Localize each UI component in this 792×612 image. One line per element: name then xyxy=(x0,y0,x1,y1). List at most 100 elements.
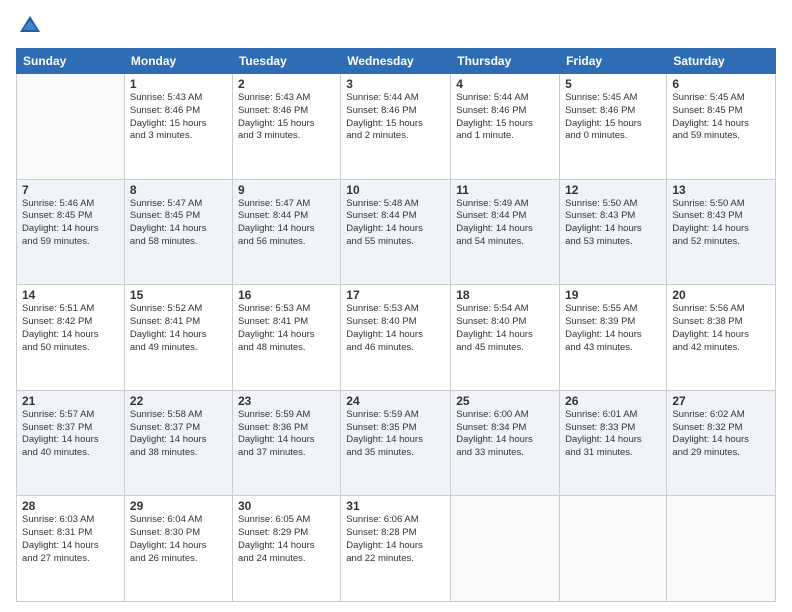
day-info: Sunrise: 5:50 AM Sunset: 8:43 PM Dayligh… xyxy=(565,198,661,249)
calendar-cell: 7Sunrise: 5:46 AM Sunset: 8:45 PM Daylig… xyxy=(17,179,125,285)
day-number: 11 xyxy=(456,183,554,197)
day-number: 9 xyxy=(238,183,335,197)
calendar-cell: 4Sunrise: 5:44 AM Sunset: 8:46 PM Daylig… xyxy=(451,74,560,180)
day-number: 20 xyxy=(672,288,770,302)
day-number: 5 xyxy=(565,77,661,91)
header-friday: Friday xyxy=(560,49,667,74)
day-info: Sunrise: 6:00 AM Sunset: 8:34 PM Dayligh… xyxy=(456,409,554,460)
calendar-cell: 22Sunrise: 5:58 AM Sunset: 8:37 PM Dayli… xyxy=(124,390,232,496)
calendar-cell: 21Sunrise: 5:57 AM Sunset: 8:37 PM Dayli… xyxy=(17,390,125,496)
calendar-cell: 3Sunrise: 5:44 AM Sunset: 8:46 PM Daylig… xyxy=(341,74,451,180)
day-info: Sunrise: 5:52 AM Sunset: 8:41 PM Dayligh… xyxy=(130,303,227,354)
header-tuesday: Tuesday xyxy=(232,49,340,74)
day-info: Sunrise: 5:44 AM Sunset: 8:46 PM Dayligh… xyxy=(456,92,554,143)
day-number: 12 xyxy=(565,183,661,197)
calendar-cell: 16Sunrise: 5:53 AM Sunset: 8:41 PM Dayli… xyxy=(232,285,340,391)
week-row-4: 21Sunrise: 5:57 AM Sunset: 8:37 PM Dayli… xyxy=(17,390,776,496)
day-info: Sunrise: 5:58 AM Sunset: 8:37 PM Dayligh… xyxy=(130,409,227,460)
day-number: 6 xyxy=(672,77,770,91)
header-saturday: Saturday xyxy=(667,49,776,74)
day-number: 7 xyxy=(22,183,119,197)
calendar-cell: 19Sunrise: 5:55 AM Sunset: 8:39 PM Dayli… xyxy=(560,285,667,391)
day-number: 27 xyxy=(672,394,770,408)
weekday-header-row: Sunday Monday Tuesday Wednesday Thursday… xyxy=(17,49,776,74)
calendar-cell: 25Sunrise: 6:00 AM Sunset: 8:34 PM Dayli… xyxy=(451,390,560,496)
day-number: 14 xyxy=(22,288,119,302)
calendar-cell: 18Sunrise: 5:54 AM Sunset: 8:40 PM Dayli… xyxy=(451,285,560,391)
week-row-1: 1Sunrise: 5:43 AM Sunset: 8:46 PM Daylig… xyxy=(17,74,776,180)
day-number: 21 xyxy=(22,394,119,408)
calendar-cell xyxy=(560,496,667,602)
day-number: 22 xyxy=(130,394,227,408)
logo-icon xyxy=(16,12,44,40)
calendar-cell: 29Sunrise: 6:04 AM Sunset: 8:30 PM Dayli… xyxy=(124,496,232,602)
header xyxy=(16,12,776,40)
day-number: 8 xyxy=(130,183,227,197)
day-info: Sunrise: 5:47 AM Sunset: 8:44 PM Dayligh… xyxy=(238,198,335,249)
calendar-cell: 23Sunrise: 5:59 AM Sunset: 8:36 PM Dayli… xyxy=(232,390,340,496)
day-info: Sunrise: 5:50 AM Sunset: 8:43 PM Dayligh… xyxy=(672,198,770,249)
day-info: Sunrise: 5:46 AM Sunset: 8:45 PM Dayligh… xyxy=(22,198,119,249)
day-number: 4 xyxy=(456,77,554,91)
header-monday: Monday xyxy=(124,49,232,74)
day-info: Sunrise: 5:59 AM Sunset: 8:35 PM Dayligh… xyxy=(346,409,445,460)
header-thursday: Thursday xyxy=(451,49,560,74)
day-info: Sunrise: 6:05 AM Sunset: 8:29 PM Dayligh… xyxy=(238,514,335,565)
day-number: 25 xyxy=(456,394,554,408)
calendar-cell: 11Sunrise: 5:49 AM Sunset: 8:44 PM Dayli… xyxy=(451,179,560,285)
day-info: Sunrise: 5:56 AM Sunset: 8:38 PM Dayligh… xyxy=(672,303,770,354)
logo xyxy=(16,12,48,40)
day-info: Sunrise: 5:45 AM Sunset: 8:46 PM Dayligh… xyxy=(565,92,661,143)
day-info: Sunrise: 5:48 AM Sunset: 8:44 PM Dayligh… xyxy=(346,198,445,249)
calendar-cell: 14Sunrise: 5:51 AM Sunset: 8:42 PM Dayli… xyxy=(17,285,125,391)
header-wednesday: Wednesday xyxy=(341,49,451,74)
day-info: Sunrise: 5:54 AM Sunset: 8:40 PM Dayligh… xyxy=(456,303,554,354)
day-number: 30 xyxy=(238,499,335,513)
week-row-3: 14Sunrise: 5:51 AM Sunset: 8:42 PM Dayli… xyxy=(17,285,776,391)
calendar-cell: 10Sunrise: 5:48 AM Sunset: 8:44 PM Dayli… xyxy=(341,179,451,285)
calendar-cell: 15Sunrise: 5:52 AM Sunset: 8:41 PM Dayli… xyxy=(124,285,232,391)
calendar-cell: 6Sunrise: 5:45 AM Sunset: 8:45 PM Daylig… xyxy=(667,74,776,180)
day-info: Sunrise: 6:01 AM Sunset: 8:33 PM Dayligh… xyxy=(565,409,661,460)
day-info: Sunrise: 6:03 AM Sunset: 8:31 PM Dayligh… xyxy=(22,514,119,565)
day-number: 29 xyxy=(130,499,227,513)
calendar-cell: 26Sunrise: 6:01 AM Sunset: 8:33 PM Dayli… xyxy=(560,390,667,496)
day-info: Sunrise: 5:43 AM Sunset: 8:46 PM Dayligh… xyxy=(238,92,335,143)
day-number: 17 xyxy=(346,288,445,302)
calendar-cell: 31Sunrise: 6:06 AM Sunset: 8:28 PM Dayli… xyxy=(341,496,451,602)
day-number: 1 xyxy=(130,77,227,91)
day-info: Sunrise: 5:43 AM Sunset: 8:46 PM Dayligh… xyxy=(130,92,227,143)
day-info: Sunrise: 5:45 AM Sunset: 8:45 PM Dayligh… xyxy=(672,92,770,143)
calendar-cell: 17Sunrise: 5:53 AM Sunset: 8:40 PM Dayli… xyxy=(341,285,451,391)
day-number: 15 xyxy=(130,288,227,302)
calendar-cell: 9Sunrise: 5:47 AM Sunset: 8:44 PM Daylig… xyxy=(232,179,340,285)
day-number: 2 xyxy=(238,77,335,91)
week-row-2: 7Sunrise: 5:46 AM Sunset: 8:45 PM Daylig… xyxy=(17,179,776,285)
day-number: 18 xyxy=(456,288,554,302)
day-info: Sunrise: 5:53 AM Sunset: 8:41 PM Dayligh… xyxy=(238,303,335,354)
day-info: Sunrise: 5:57 AM Sunset: 8:37 PM Dayligh… xyxy=(22,409,119,460)
calendar-cell: 28Sunrise: 6:03 AM Sunset: 8:31 PM Dayli… xyxy=(17,496,125,602)
day-number: 23 xyxy=(238,394,335,408)
calendar-cell: 30Sunrise: 6:05 AM Sunset: 8:29 PM Dayli… xyxy=(232,496,340,602)
day-number: 10 xyxy=(346,183,445,197)
calendar-cell xyxy=(667,496,776,602)
day-number: 28 xyxy=(22,499,119,513)
calendar-cell xyxy=(17,74,125,180)
calendar-cell xyxy=(451,496,560,602)
header-sunday: Sunday xyxy=(17,49,125,74)
calendar-cell: 13Sunrise: 5:50 AM Sunset: 8:43 PM Dayli… xyxy=(667,179,776,285)
day-number: 16 xyxy=(238,288,335,302)
calendar-cell: 20Sunrise: 5:56 AM Sunset: 8:38 PM Dayli… xyxy=(667,285,776,391)
calendar-cell: 24Sunrise: 5:59 AM Sunset: 8:35 PM Dayli… xyxy=(341,390,451,496)
day-number: 13 xyxy=(672,183,770,197)
calendar-cell: 1Sunrise: 5:43 AM Sunset: 8:46 PM Daylig… xyxy=(124,74,232,180)
day-info: Sunrise: 5:44 AM Sunset: 8:46 PM Dayligh… xyxy=(346,92,445,143)
day-info: Sunrise: 5:47 AM Sunset: 8:45 PM Dayligh… xyxy=(130,198,227,249)
calendar-table: Sunday Monday Tuesday Wednesday Thursday… xyxy=(16,48,776,602)
day-number: 3 xyxy=(346,77,445,91)
week-row-5: 28Sunrise: 6:03 AM Sunset: 8:31 PM Dayli… xyxy=(17,496,776,602)
calendar-cell: 5Sunrise: 5:45 AM Sunset: 8:46 PM Daylig… xyxy=(560,74,667,180)
day-info: Sunrise: 6:06 AM Sunset: 8:28 PM Dayligh… xyxy=(346,514,445,565)
calendar-cell: 2Sunrise: 5:43 AM Sunset: 8:46 PM Daylig… xyxy=(232,74,340,180)
